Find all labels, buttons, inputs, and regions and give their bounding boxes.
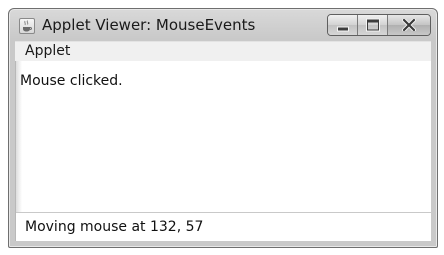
java-coffee-cup-icon[interactable]	[19, 18, 35, 34]
minimize-button[interactable]	[328, 15, 358, 35]
window-title: Applet Viewer: MouseEvents	[42, 16, 256, 34]
title-bar[interactable]: Applet Viewer: MouseEvents	[9, 9, 437, 41]
status-text: Moving mouse at 132, 57	[25, 219, 204, 235]
mouse-event-message: Mouse clicked.	[20, 73, 123, 89]
menu-bar: Applet	[15, 41, 431, 62]
close-button[interactable]	[388, 15, 430, 35]
caption-buttons	[327, 14, 431, 36]
maximize-icon	[366, 19, 379, 31]
maximize-button[interactable]	[358, 15, 388, 35]
applet-viewer-window: Applet Viewer: MouseEvents Applet Mouse …	[8, 8, 438, 248]
menu-applet[interactable]: Applet	[25, 43, 70, 59]
close-icon	[402, 19, 416, 31]
applet-panel[interactable]: Mouse clicked. Moving mouse at 132, 57	[15, 61, 431, 241]
status-bar: Moving mouse at 132, 57	[16, 212, 431, 241]
minimize-icon	[336, 26, 349, 32]
